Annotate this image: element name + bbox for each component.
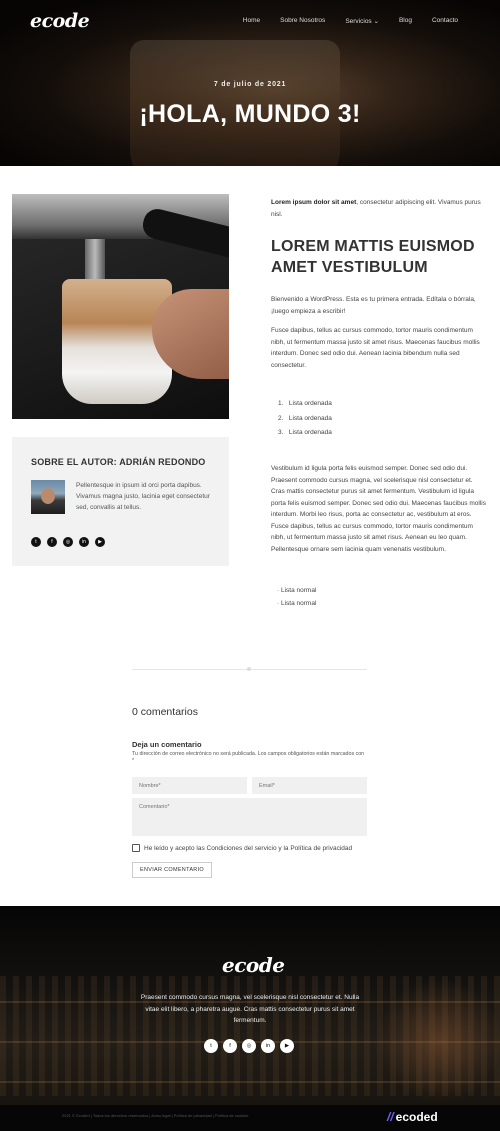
- copyright-text: 2021 © Ecoded | Todos los derechos reser…: [62, 1113, 249, 1118]
- instagram-icon[interactable]: ◎: [242, 1039, 256, 1053]
- page-title: ¡HOLA, MUNDO 3!: [139, 100, 361, 128]
- avatar: [31, 480, 65, 514]
- list-item: 2. Lista ordenada: [278, 414, 332, 422]
- post-date: 7 de julio de 2021: [213, 81, 287, 88]
- linkedin-icon[interactable]: in: [261, 1039, 275, 1053]
- nav-item-sobre-nosotros[interactable]: Sobre Nosotros: [280, 17, 325, 25]
- footer-logo[interactable]: ecode: [222, 953, 285, 977]
- list-item: · Lista normal: [277, 587, 317, 594]
- footer-bottom-bar: 2021 © Ecoded | Todos los derechos reser…: [0, 1105, 500, 1131]
- article-paragraph: Vestibulum id ligula porta felis euismod…: [271, 465, 486, 553]
- site-logo[interactable]: ecode: [30, 10, 90, 32]
- instagram-icon[interactable]: ◎: [63, 537, 73, 547]
- chevron-down-icon: ⌄: [373, 18, 379, 25]
- lead-paragraph: Lorem ipsum dolor sit amet, consectetur …: [271, 199, 481, 218]
- article-paragraph: Fusce dapibus, tellus ac cursus commodo,…: [271, 327, 480, 369]
- footer-socials: t f ◎ in ▶: [204, 1039, 294, 1053]
- author-bio: Pellentesque in ipsum id orci porta dapi…: [76, 482, 210, 511]
- facebook-icon[interactable]: f: [47, 537, 57, 547]
- section-divider: [132, 667, 367, 671]
- article-paragraph: Bienvenido a WordPress. Esta es tu prime…: [271, 296, 476, 315]
- privacy-checkbox[interactable]: [132, 844, 140, 852]
- nav-item-contacto[interactable]: Contacto: [432, 17, 458, 25]
- twitter-icon[interactable]: t: [31, 537, 41, 547]
- site-footer: ecode Praesent commodo cursus magna, vel…: [0, 906, 500, 1105]
- post-featured-image: [12, 194, 229, 419]
- submit-comment-button[interactable]: ENVIAR COMENTARIO: [132, 862, 212, 878]
- list-item: 1. Lista ordenada: [278, 400, 332, 407]
- youtube-icon[interactable]: ▶: [95, 537, 105, 547]
- brand-logo[interactable]: //ecoded: [387, 1110, 438, 1124]
- author-heading: SOBRE EL AUTOR: ADRIÁN REDONDO: [31, 457, 206, 467]
- leave-comment-heading: Deja un comentario: [132, 740, 202, 749]
- hero-header: ecode Home Sobre Nosotros Servicios ⌄ Bl…: [0, 0, 500, 166]
- youtube-icon[interactable]: ▶: [280, 1039, 294, 1053]
- linkedin-icon[interactable]: in: [79, 537, 89, 547]
- facebook-icon[interactable]: f: [223, 1039, 237, 1053]
- article-heading: LOREM MATTIS EUISMOD AMET VESTIBULUM: [271, 238, 475, 276]
- slash-icon: //: [387, 1110, 394, 1124]
- email-field[interactable]: [252, 777, 367, 794]
- comment-note: Tu dirección de correo electrónico no se…: [132, 751, 365, 764]
- nav-item-home[interactable]: Home: [243, 17, 260, 25]
- author-box: SOBRE EL AUTOR: ADRIÁN REDONDO Pellentes…: [12, 437, 229, 566]
- list-item: · Lista normal: [277, 600, 317, 607]
- footer-text: Praesent commodo cursus magna, vel scele…: [140, 994, 360, 1024]
- comments-count: 0 comentarios: [132, 706, 198, 718]
- main-nav: Home Sobre Nosotros Servicios ⌄ Blog Con…: [243, 17, 458, 25]
- comment-field[interactable]: [132, 798, 367, 836]
- author-socials: t f ◎ in ▶: [31, 537, 105, 547]
- name-field[interactable]: [132, 777, 247, 794]
- unordered-list: · Lista normal · Lista normal: [277, 584, 316, 610]
- twitter-icon[interactable]: t: [204, 1039, 218, 1053]
- list-item: 3. Lista ordenada: [278, 429, 332, 436]
- ordered-list: 1. Lista ordenada 2. Lista ordenada 3. L…: [278, 397, 332, 441]
- nav-item-blog[interactable]: Blog: [399, 17, 412, 25]
- privacy-checkbox-label[interactable]: He leído y acepto las Condiciones del se…: [144, 845, 352, 852]
- nav-item-servicios[interactable]: Servicios ⌄: [345, 17, 379, 25]
